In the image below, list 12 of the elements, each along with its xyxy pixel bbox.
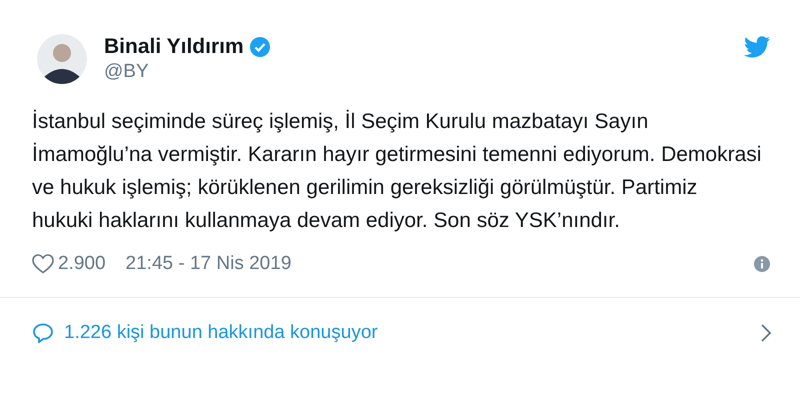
like-count: 2.900 bbox=[58, 253, 106, 275]
chevron-right-icon[interactable] bbox=[760, 323, 772, 343]
display-name[interactable]: Binali Yıldırım bbox=[104, 34, 244, 60]
avatar[interactable] bbox=[37, 34, 87, 84]
bird-icon[interactable] bbox=[744, 36, 770, 58]
speech-bubble-icon[interactable] bbox=[32, 323, 54, 343]
info-icon[interactable] bbox=[754, 256, 770, 272]
heart-icon[interactable] bbox=[32, 254, 54, 274]
username[interactable]: @BY bbox=[104, 60, 270, 84]
timestamp[interactable]: 21:45 - 17 Nis 2019 bbox=[126, 253, 292, 275]
conversation-link[interactable]: 1.226 kişi bunun hakkında konuşuyor bbox=[64, 322, 378, 344]
tweet-text: İstanbul seçiminde süreç işlemiş, İl Seçim Kurulu mazbatayı Sayın İmamoğlu’na vermiştir. Kararın hayır getirmesini temenni ediyorum. Demokrasi ve hukuk işlemiş; körüklenen gerilimin gereksizliği görülmüştür. Partimiz hukuki haklarını kullanmaya devam ediyor. Son söz YSK’nındır. bbox=[32, 108, 762, 234]
